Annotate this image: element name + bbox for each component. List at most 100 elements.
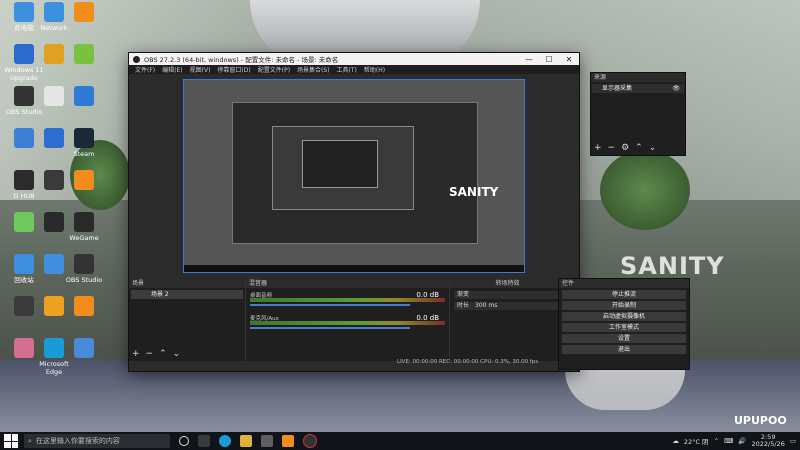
search-icon: ⌕ bbox=[28, 436, 32, 445]
desktop-icon-label: OBS Studio bbox=[5, 108, 43, 116]
exit-button[interactable]: 退出 bbox=[562, 345, 686, 354]
desktop-icon-label: Network bbox=[40, 24, 68, 32]
search-placeholder: 在这里输入你要搜索的内容 bbox=[35, 437, 120, 445]
edge-icon[interactable] bbox=[219, 435, 231, 447]
desktop-app-icon bbox=[44, 212, 64, 232]
obs-logo-icon bbox=[133, 55, 140, 63]
start-virtual-camera-button[interactable]: 启动虚拟摄像机 bbox=[562, 312, 686, 321]
menu-edit[interactable]: 编辑(E) bbox=[162, 65, 182, 74]
add-icon[interactable]: + bbox=[132, 349, 140, 359]
move-down-icon[interactable]: ⌄ bbox=[173, 349, 181, 359]
desktop-app-icon bbox=[44, 44, 64, 64]
desktop-app-icon bbox=[14, 128, 34, 148]
clock-date: 2022/5/26 bbox=[751, 440, 785, 448]
window-controls: — ☐ ✕ bbox=[519, 55, 579, 64]
wallpaper-brand-text: UPUPOO bbox=[734, 414, 787, 427]
visibility-eye-icon[interactable]: 👁 bbox=[672, 84, 680, 93]
volume-icon[interactable]: 🔊 bbox=[738, 437, 746, 445]
app-icon[interactable] bbox=[282, 435, 294, 447]
start-recording-button[interactable]: 开始录制 bbox=[562, 301, 686, 310]
remove-icon[interactable]: − bbox=[146, 349, 154, 359]
desktop-app-icon bbox=[14, 44, 34, 64]
task-view-icon[interactable] bbox=[198, 435, 210, 447]
transitions-header: 转场特效 bbox=[450, 279, 562, 288]
obs-menu-bar: 文件(F) 编辑(E) 视图(V) 停靠窗口(D) 配置文件(P) 场景集合(S… bbox=[129, 65, 579, 74]
menu-docks[interactable]: 停靠窗口(D) bbox=[217, 65, 250, 74]
desktop-icon[interactable] bbox=[64, 86, 104, 108]
controls-panel: 控件 停止推流 开始录制 启动虚拟摄像机 工作室模式 设置 退出 bbox=[558, 278, 690, 370]
scenes-panel: 场景 场景 2 + − ⌃ ⌄ bbox=[129, 279, 246, 361]
weather-cloud-icon: ☁ bbox=[672, 437, 679, 445]
taskbar-search-input[interactable]: ⌕ 在这里输入你要搜索的内容 bbox=[24, 434, 170, 448]
obs-title-bar[interactable]: OBS 27.2.3 (64-bit, windows) - 配置文件: 未命名… bbox=[129, 53, 579, 65]
transition-duration[interactable]: 时长 300 ms bbox=[454, 302, 558, 310]
obs-preview[interactable]: SANITY bbox=[183, 79, 525, 273]
menu-help[interactable]: 帮助(H) bbox=[364, 65, 385, 74]
obs-window[interactable]: OBS 27.2.3 (64-bit, windows) - 配置文件: 未命名… bbox=[128, 52, 580, 372]
menu-tools[interactable]: 工具(T) bbox=[337, 65, 357, 74]
notification-icon[interactable]: ▭ bbox=[790, 437, 796, 445]
show-hidden-icons-icon[interactable]: ⌃ bbox=[714, 437, 719, 445]
desktop-app-icon bbox=[14, 296, 34, 316]
network-icon[interactable]: ⌨ bbox=[724, 437, 733, 445]
duration-label: 时长 bbox=[457, 302, 470, 309]
desktop-icon-label: Windows 11 Upgrade bbox=[4, 66, 44, 82]
menu-scene-collection[interactable]: 场景集合(S) bbox=[297, 65, 330, 74]
desktop-icon-label: Steam bbox=[73, 150, 95, 158]
move-up-icon[interactable]: ⌃ bbox=[635, 143, 643, 153]
menu-view[interactable]: 视图(V) bbox=[190, 65, 211, 74]
source-item[interactable]: 显示器采集 👁 bbox=[592, 84, 684, 93]
weather-text[interactable]: 22°C 阴 bbox=[684, 436, 709, 446]
desktop-icon-label: WeGame bbox=[69, 234, 99, 242]
desktop-icon[interactable] bbox=[64, 2, 104, 24]
menu-file[interactable]: 文件(F) bbox=[135, 65, 155, 74]
close-button[interactable]: ✕ bbox=[559, 55, 579, 64]
menu-profile[interactable]: 配置文件(P) bbox=[258, 65, 290, 74]
desktop-app-icon bbox=[44, 86, 64, 106]
stop-streaming-button[interactable]: 停止推流 bbox=[562, 290, 686, 299]
volume-slider[interactable] bbox=[250, 304, 410, 306]
scene-item[interactable]: 场景 2 bbox=[131, 290, 243, 299]
desktop-icon-label: OBS Studio bbox=[65, 276, 103, 284]
gear-icon[interactable]: ⚙ bbox=[621, 143, 629, 153]
mixer-panel: 混音器 桌面音频 0.0 dB 麦克风/Aux 0.0 dB bbox=[246, 279, 450, 361]
desktop-app-icon bbox=[14, 254, 34, 274]
store-icon[interactable] bbox=[261, 435, 273, 447]
desktop-app-icon bbox=[14, 2, 34, 22]
desktop-app-icon bbox=[14, 338, 34, 358]
duration-value: 300 ms bbox=[475, 302, 498, 309]
add-icon[interactable]: + bbox=[594, 143, 602, 153]
remove-icon[interactable]: − bbox=[608, 143, 616, 153]
maximize-button[interactable]: ☐ bbox=[539, 55, 559, 64]
settings-button[interactable]: 设置 bbox=[562, 334, 686, 343]
file-explorer-icon[interactable] bbox=[240, 435, 252, 447]
sources-toolbar: + − ⚙ ⌃ ⌄ bbox=[594, 143, 656, 153]
minimize-button[interactable]: — bbox=[519, 55, 539, 64]
desktop-app-icon bbox=[44, 170, 64, 190]
track-volume: 0.0 dB bbox=[416, 314, 439, 322]
transition-type-select[interactable]: 渐变 bbox=[454, 291, 558, 299]
desktop-icon[interactable]: WeGame bbox=[64, 212, 104, 242]
obs-taskbar-icon[interactable] bbox=[303, 434, 317, 448]
desktop-app-icon bbox=[44, 128, 64, 148]
preview-taskbar bbox=[184, 265, 524, 272]
desktop-icon[interactable] bbox=[64, 338, 104, 360]
windows-start-icon[interactable] bbox=[4, 434, 18, 448]
desktop-app-icon bbox=[44, 296, 64, 316]
transitions-panel: 转场特效 渐变 时长 300 ms bbox=[450, 279, 563, 361]
obs-window-title: OBS 27.2.3 (64-bit, windows) - 配置文件: 未命名… bbox=[144, 56, 339, 64]
clock[interactable]: 2:59 2022/5/26 bbox=[752, 434, 785, 448]
desktop-icon[interactable]: OBS Studio bbox=[64, 254, 104, 284]
scenes-toolbar: + − ⌃ ⌄ bbox=[132, 349, 180, 359]
obs-bottom-dock: 场景 场景 2 + − ⌃ ⌄ 混音器 桌面音频 0.0 dB 麦克风/Aux … bbox=[129, 279, 579, 361]
volume-slider[interactable] bbox=[250, 327, 410, 329]
desktop-icon[interactable]: Steam bbox=[64, 128, 104, 158]
desktop-icon[interactable] bbox=[64, 44, 104, 66]
cortana-icon[interactable] bbox=[179, 436, 189, 446]
controls-header: 控件 bbox=[559, 279, 689, 288]
desktop-icon[interactable] bbox=[64, 296, 104, 318]
desktop-icon[interactable] bbox=[64, 170, 104, 192]
studio-mode-button[interactable]: 工作室模式 bbox=[562, 323, 686, 332]
move-down-icon[interactable]: ⌄ bbox=[649, 143, 657, 153]
move-up-icon[interactable]: ⌃ bbox=[159, 349, 167, 359]
